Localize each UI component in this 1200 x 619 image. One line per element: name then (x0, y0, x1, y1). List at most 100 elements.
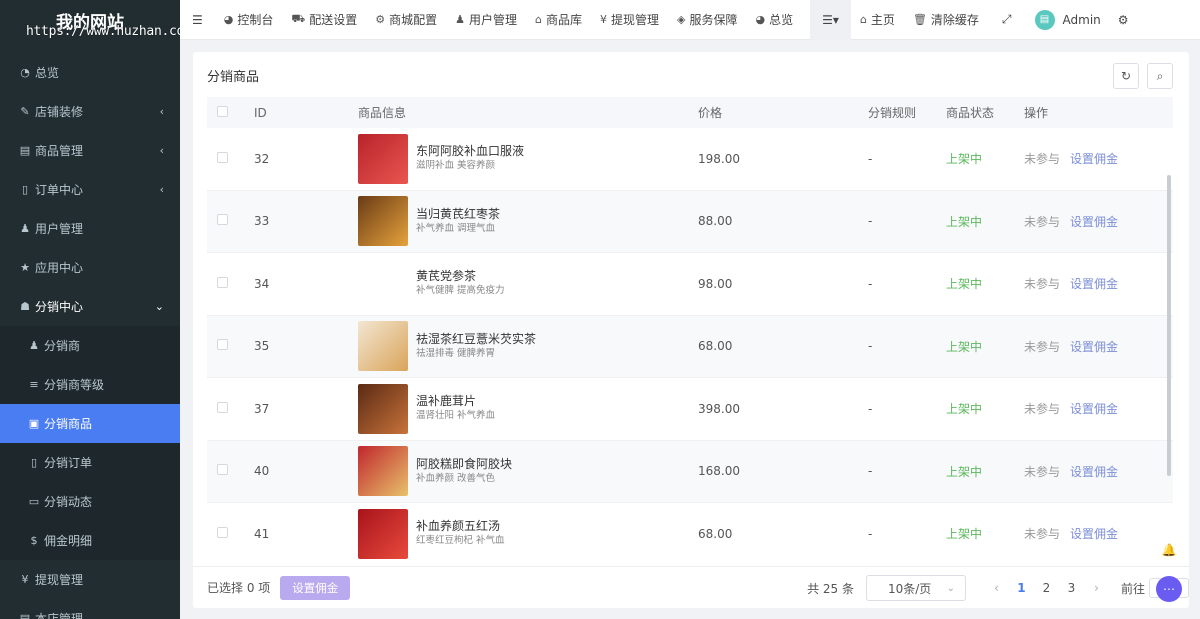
user-icon: ♟ (455, 13, 466, 26)
table-row: 37 温补鹿茸片 温肾壮阳 补气养血 398.00 - 上架中 未参与 设置佣金 (207, 378, 1173, 441)
page-number[interactable]: 2 (1034, 581, 1059, 595)
topnav-label: 商城配置 (389, 13, 438, 27)
set-commission-link[interactable]: 设置佣金 (1070, 463, 1118, 480)
product-id: 35 (254, 339, 270, 354)
sidebar-item-withdrawals[interactable]: ¥ 提现管理 (0, 560, 180, 599)
topnav-overview[interactable]: ◕ 总览 (747, 0, 803, 40)
row-checkbox[interactable] (217, 526, 228, 538)
home-label: 主页 (870, 13, 895, 27)
sidebar-item-label: 分销订单 (44, 456, 93, 470)
product-name: 东阿阿胶补血口服液 (416, 144, 525, 159)
set-commission-link[interactable]: 设置佣金 (1070, 213, 1118, 230)
column-header-ops: 操作 (1024, 106, 1049, 120)
sidebar-item-label: 分销商等级 (44, 378, 105, 392)
sidebar-subitem-distributor-levels[interactable]: ≡ 分销商等级 (0, 365, 180, 404)
app-root: 我的网站 https://www.huzhan.com/ishop47655 ◔… (0, 0, 1200, 619)
topnav-mall-config[interactable]: ⚙ 商城配置 (366, 0, 446, 40)
bell-icon: 🔔 (1161, 543, 1177, 557)
product-price: 68.00 (698, 526, 733, 541)
user-icon: ♟ (29, 339, 39, 352)
sidebar-item-products[interactable]: ▤ 商品管理 ‹ (0, 131, 180, 170)
refresh-button[interactable]: ↻ (1113, 63, 1139, 89)
chevron-left-icon: ‹ (159, 105, 164, 118)
page-size-value: 10条/页 (887, 581, 932, 596)
topnav-service[interactable]: ◈ 服务保障 (668, 0, 746, 40)
set-commission-link[interactable]: 设置佣金 (1070, 525, 1118, 542)
product-name: 黄芪党参茶 (416, 269, 477, 284)
product-price: 88.00 (698, 214, 733, 229)
column-header-id: ID (254, 105, 267, 120)
sidebar-item-users[interactable]: ♟ 用户管理 (0, 209, 180, 248)
prev-page-button[interactable]: ‹ (984, 581, 1009, 595)
table-footer: 已选择 0 项 设置佣金 共 25 条 10条/页⌄ ‹ 1 2 3 › 前往1 (193, 566, 1189, 608)
sidebar-item-label: 商品管理 (35, 144, 84, 158)
menu-toggle-button[interactable]: ☰ (180, 0, 215, 40)
clear-cache-button[interactable]: 🗑 清除缓存 (904, 0, 988, 40)
next-page-button[interactable]: › (1084, 581, 1109, 595)
column-header-rule: 分销规则 (868, 106, 917, 120)
sidebar-item-apps[interactable]: ★ 应用中心 (0, 248, 180, 287)
product-name: 祛湿茶红豆薏米芡实茶 (416, 331, 537, 346)
topnav-product-library[interactable]: ⌂ 商品库 (526, 0, 591, 40)
expand-icon: ⤢ (1001, 12, 1012, 26)
topnav-label: 服务保障 (689, 13, 738, 27)
row-checkbox[interactable] (217, 214, 228, 226)
set-commission-link[interactable]: 设置佣金 (1070, 338, 1118, 355)
product-id: 34 (254, 276, 270, 291)
set-commission-button[interactable]: 设置佣金 (280, 575, 351, 600)
sidebar-subitem-distribution-activity[interactable]: ▭ 分销动态 (0, 482, 180, 521)
row-checkbox[interactable] (217, 401, 228, 413)
row-checkbox[interactable] (217, 464, 228, 476)
sidebar-item-label: 分销商品 (44, 417, 93, 431)
sidebar-subitem-distribution-products[interactable]: ▣ 分销商品 (0, 404, 180, 443)
set-commission-link[interactable]: 设置佣金 (1070, 150, 1118, 167)
admin-profile[interactable]: ▤ Admin (1026, 0, 1110, 40)
select-all-checkbox[interactable] (217, 105, 228, 117)
topnav-withdrawals[interactable]: ¥ 提现管理 (591, 0, 668, 40)
product-thumbnail (358, 383, 408, 434)
product-description: 补血养颜 改善气色 (416, 472, 496, 484)
page-size-select[interactable]: 10条/页 ⌄ (865, 575, 966, 601)
sidebar-item-orders[interactable]: ▯ 订单中心 ‹ (0, 170, 180, 209)
dashboard-icon: ◕ (223, 13, 234, 26)
row-checkbox[interactable] (217, 151, 228, 163)
sidebar-subitem-distributors[interactable]: ♟ 分销商 (0, 326, 180, 365)
top-navbar: ☰ ◕ 控制台 ⛟ 配送设置 ⚙ 商城配置 ♟ 用户管理 ⌂ 商品库 ¥ 提现管理 ◈ 服务保… (180, 0, 1200, 40)
sidebar-menu: ◔ 总览 ✎ 店铺装修 ‹ ▤ 商品管理 ‹ ▯ 订单中心 ‹ ♟ 用户管理 ★ 应用中心 ☗ 分销… (0, 53, 180, 619)
page-number[interactable]: 3 (1059, 581, 1084, 595)
sidebar-item-store-management[interactable]: ▤ 本店管理 (0, 599, 180, 619)
chat-button[interactable]: ⋯ (1156, 576, 1182, 602)
sidebar-item-distribution[interactable]: ☗ 分销中心 ⌄ (0, 287, 180, 326)
user-icon: ♟ (20, 222, 30, 235)
notification-bell-button[interactable]: 🔔 (1156, 537, 1182, 563)
table-row: 35 祛湿茶红豆薏米芡实茶 祛湿排毒 健脾养胃 68.00 - 上架中 未参与 设置佣金 (207, 315, 1173, 378)
participation-status: 未参与 (1024, 214, 1061, 229)
fullscreen-button[interactable]: ⤢ (988, 0, 1026, 40)
page-number[interactable]: 1 (1009, 581, 1034, 595)
selection-count: 已选择 0 项 (207, 581, 271, 595)
row-checkbox[interactable] (217, 276, 228, 288)
product-price: 198.00 (698, 151, 740, 166)
product-name: 阿胶糕即食阿胶块 (416, 456, 513, 471)
topnav-users[interactable]: ♟ 用户管理 (446, 0, 526, 40)
settings-button[interactable]: ⚙ (1110, 0, 1137, 40)
sidebar-item-overview[interactable]: ◔ 总览 (0, 53, 180, 92)
topnav-delivery[interactable]: ⛟ 配送设置 (282, 0, 366, 40)
status-badge: 上架中 (946, 277, 983, 292)
sidebar-subitem-distribution-orders[interactable]: ▯ 分销订单 (0, 443, 180, 482)
set-commission-link[interactable]: 设置佣金 (1070, 400, 1118, 417)
briefcase-icon: ▣ (28, 417, 40, 430)
column-header-status: 商品状态 (946, 106, 995, 120)
more-menu-button[interactable]: ☰▾ (810, 0, 851, 40)
sidebar-subitem-commission-details[interactable]: $ 佣金明细 (0, 521, 180, 560)
row-checkbox[interactable] (217, 339, 228, 351)
table-scrollbar[interactable] (1167, 175, 1171, 476)
car-icon: ⛟ (291, 12, 306, 25)
set-commission-link[interactable]: 设置佣金 (1070, 275, 1118, 292)
sidebar-item-store-decor[interactable]: ✎ 店铺装修 ‹ (0, 92, 180, 131)
topnav-console[interactable]: ◕ 控制台 (215, 0, 283, 40)
search-button[interactable]: ⌕ (1147, 63, 1173, 89)
home-link[interactable]: ⌂ 主页 (851, 0, 904, 40)
bank-icon: ⌂ (535, 13, 543, 26)
sidebar: 我的网站 https://www.huzhan.com/ishop47655 ◔… (0, 0, 180, 619)
